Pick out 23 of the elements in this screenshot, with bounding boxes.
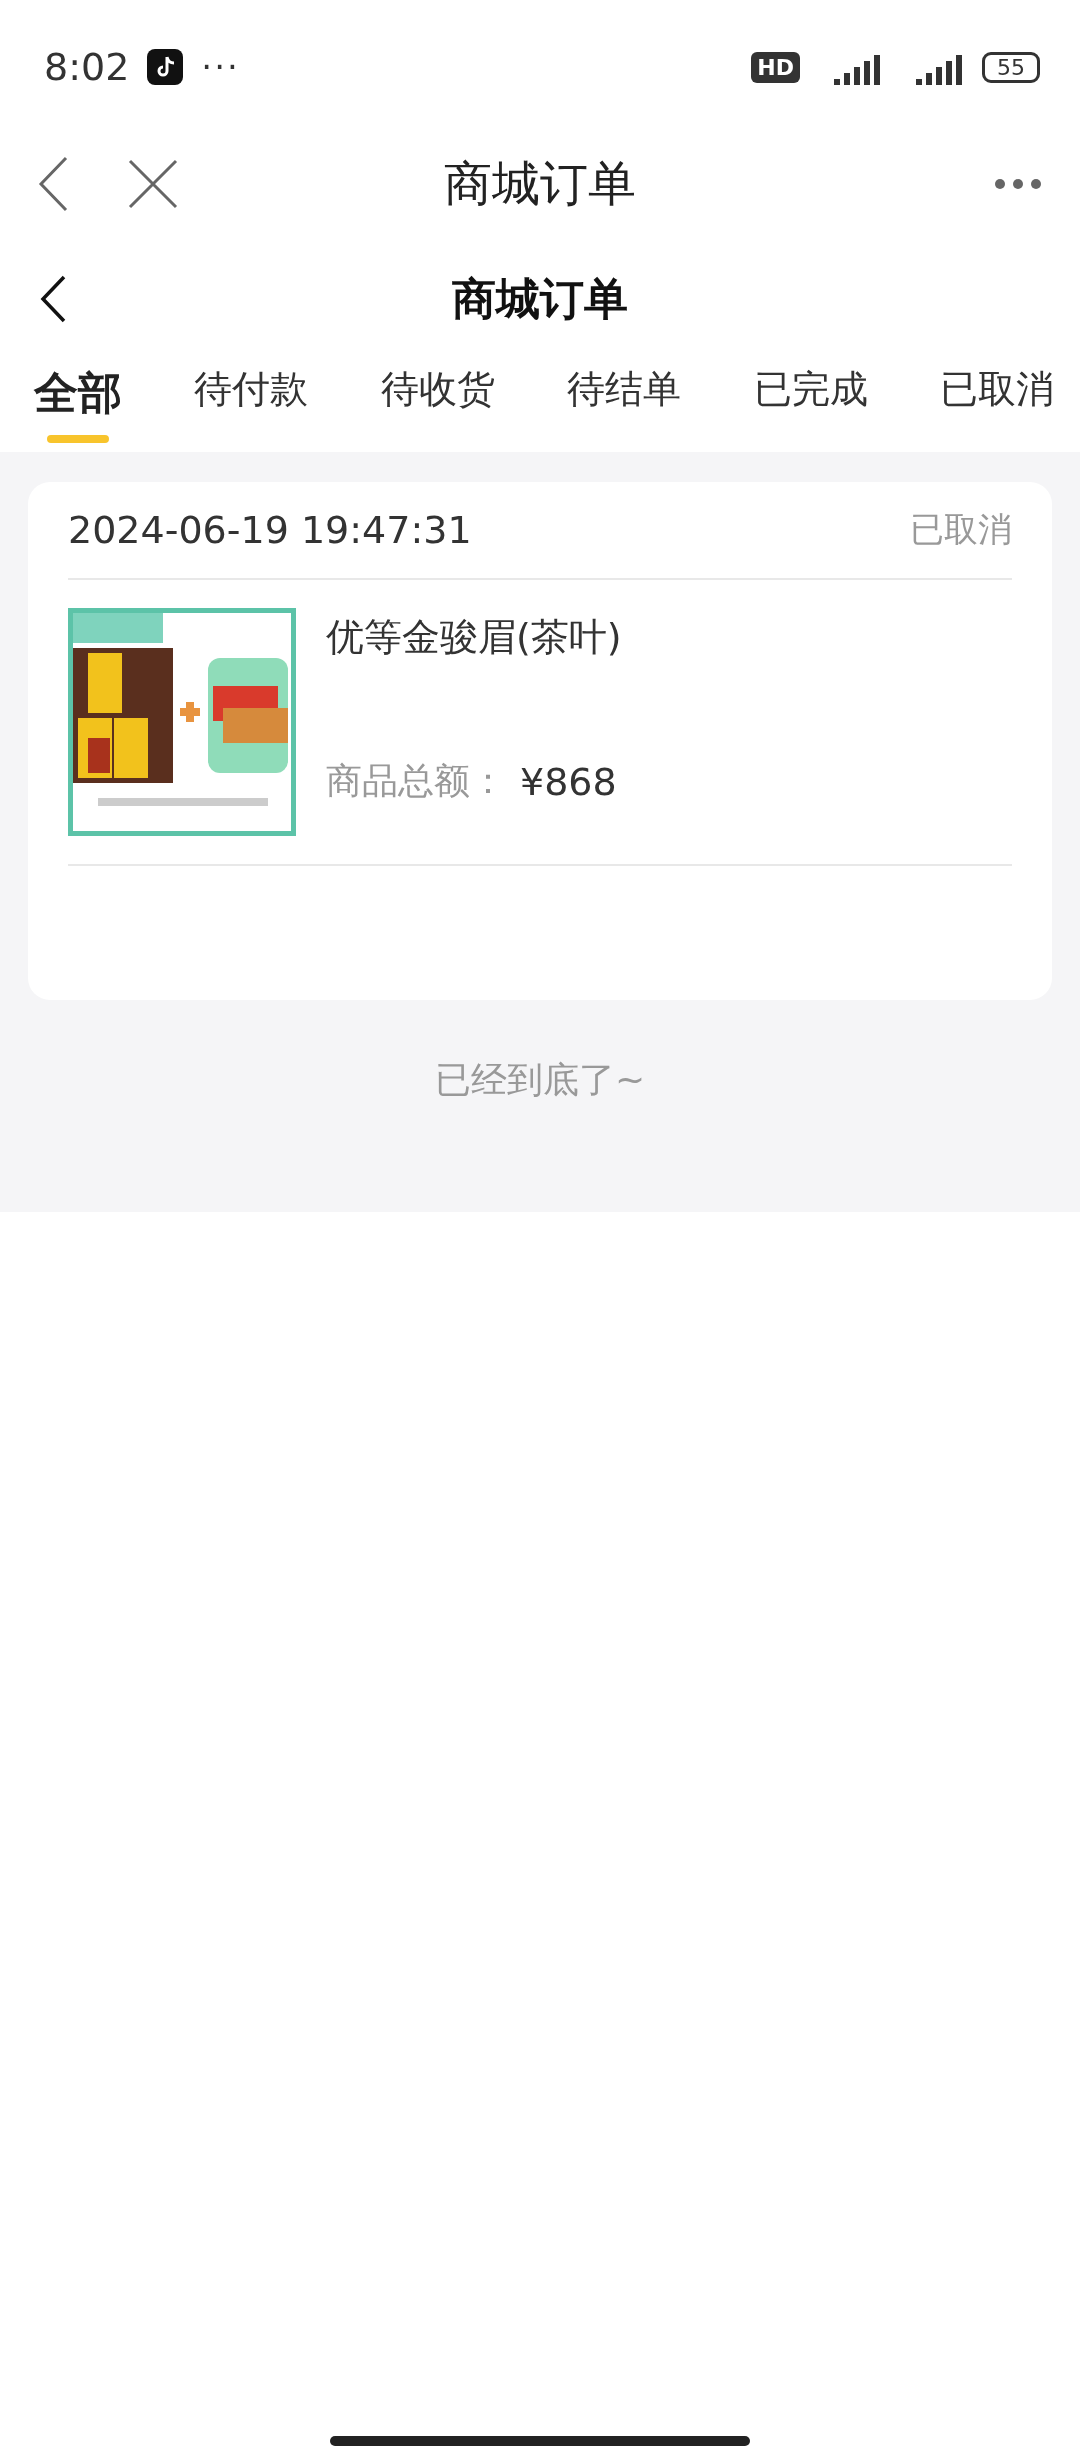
order-time: 2024-06-19 19:47:31 — [68, 508, 472, 552]
hd-badge: HD — [751, 51, 800, 83]
battery-indicator: 55 — [982, 51, 1040, 83]
close-icon — [128, 159, 178, 209]
end-of-list-text: 已经到底了~ — [434, 1058, 646, 1102]
product-name: 优等金骏眉(茶叶) — [326, 614, 622, 661]
order-tab[interactable]: 全部 — [34, 364, 122, 443]
order-status: 已取消 — [910, 508, 1012, 551]
chevron-left-icon — [40, 275, 66, 323]
app-icon — [147, 49, 184, 85]
order-tab[interactable]: 待付款 — [194, 364, 309, 435]
order-tab[interactable]: 已完成 — [753, 364, 868, 435]
more-icon — [994, 178, 1042, 190]
more-notifications-icon: ··· — [201, 47, 240, 87]
page-title: 商城订单 — [444, 154, 636, 213]
total-amount: ¥868 — [520, 759, 617, 804]
order-tab[interactable]: 待收货 — [380, 364, 495, 435]
chevron-left-icon — [38, 156, 68, 212]
order-tab[interactable]: 已取消 — [939, 364, 1054, 435]
header-title: 商城订单 — [452, 271, 628, 326]
status-time: 8:02 — [44, 45, 130, 89]
total-label: 商品总额： — [326, 759, 506, 803]
order-tab[interactable]: 待结单 — [567, 364, 682, 435]
